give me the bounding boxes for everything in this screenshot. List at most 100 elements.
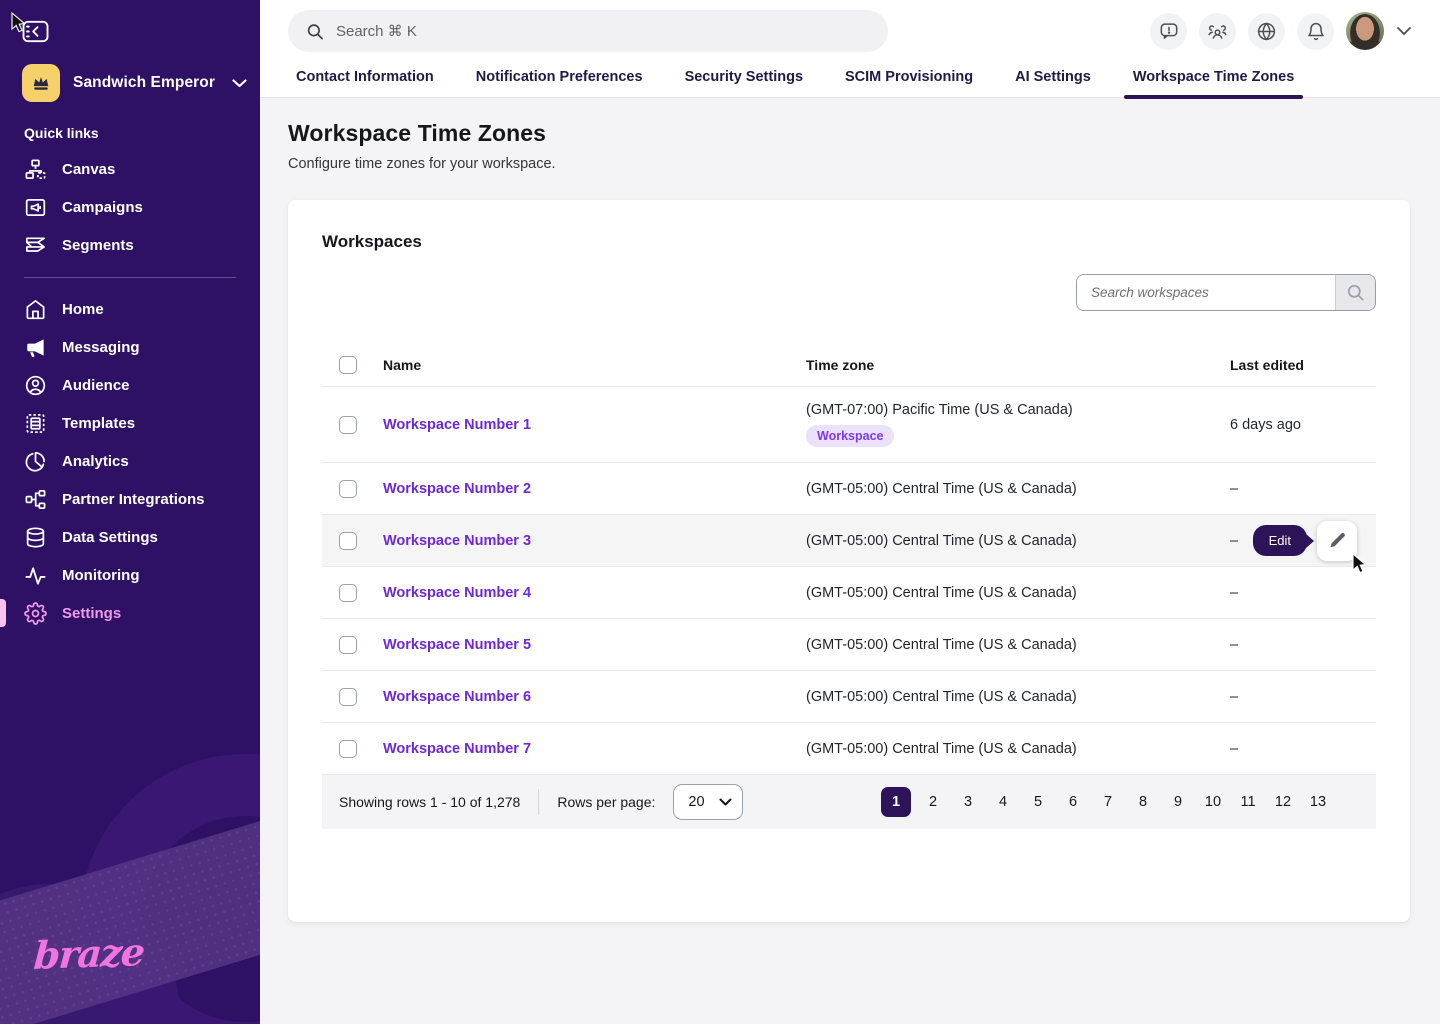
previous-page-icon[interactable] xyxy=(860,795,872,809)
people-icon xyxy=(1207,21,1228,42)
search-icon xyxy=(306,22,324,41)
user-avatar[interactable] xyxy=(1346,12,1384,50)
sidebar-item-campaigns[interactable]: Campaigns xyxy=(0,188,260,226)
global-search-input[interactable] xyxy=(336,23,870,40)
workspace-search-button[interactable] xyxy=(1335,275,1375,310)
sidebar-nav: Home Messaging Audience Templates xyxy=(0,290,260,632)
timezone-value: (GMT-07:00) Pacific Time (US & Canada) xyxy=(806,402,1230,418)
footer-divider xyxy=(538,789,539,815)
sidebar: Sandwich Emperor Quick links Canvas Camp… xyxy=(0,0,260,1024)
page-number[interactable]: 3 xyxy=(955,787,981,817)
settings-tabs: Contact Information Notification Prefere… xyxy=(260,62,1440,98)
global-search[interactable] xyxy=(288,10,888,52)
page-number[interactable]: 12 xyxy=(1270,787,1296,817)
sidebar-item-segments[interactable]: Segments xyxy=(0,226,260,264)
pagination: 1 2 3 4 5 6 7 8 9 10 11 12 13 xyxy=(860,787,1352,817)
edit-tooltip: Edit xyxy=(1253,525,1307,556)
card-title: Workspaces xyxy=(322,232,1376,252)
workspace-search-input[interactable] xyxy=(1077,275,1335,310)
tab-scim-provisioning[interactable]: SCIM Provisioning xyxy=(845,69,973,97)
feedback-button[interactable] xyxy=(1150,13,1187,50)
sidebar-item-label: Canvas xyxy=(62,161,115,178)
page-number[interactable]: 4 xyxy=(990,787,1016,817)
sidebar-item-label: Campaigns xyxy=(62,199,143,216)
workspace-link[interactable]: Workspace Number 6 xyxy=(383,689,806,705)
page-number[interactable]: 7 xyxy=(1095,787,1121,817)
page-number[interactable]: 5 xyxy=(1025,787,1051,817)
row-checkbox[interactable] xyxy=(339,740,357,758)
select-all-checkbox[interactable] xyxy=(339,356,357,374)
gear-icon xyxy=(24,602,47,625)
topbar-actions xyxy=(1150,12,1412,50)
column-header-last-edited: Last edited xyxy=(1230,357,1376,373)
last-edited-value: – xyxy=(1230,637,1376,653)
rows-per-page-select[interactable]: 20 xyxy=(673,784,743,820)
last-edited-value: 6 days ago xyxy=(1230,417,1376,433)
workspace-link[interactable]: Workspace Number 1 xyxy=(383,417,806,433)
workspace-link[interactable]: Workspace Number 2 xyxy=(383,481,806,497)
tab-workspace-time-zones[interactable]: Workspace Time Zones xyxy=(1133,69,1294,97)
integrations-icon xyxy=(24,488,47,511)
column-header-timezone: Time zone xyxy=(806,357,1230,373)
timezone-value: (GMT-05:00) Central Time (US & Canada) xyxy=(806,689,1230,705)
tab-ai-settings[interactable]: AI Settings xyxy=(1015,69,1091,97)
user-management-button[interactable] xyxy=(1199,13,1236,50)
quick-links-heading: Quick links xyxy=(24,125,99,141)
row-checkbox[interactable] xyxy=(339,636,357,654)
row-checkbox[interactable] xyxy=(339,480,357,498)
row-checkbox[interactable] xyxy=(339,532,357,550)
page-number[interactable]: 1 xyxy=(881,787,911,817)
last-edited-value: – xyxy=(1230,481,1376,497)
row-checkbox[interactable] xyxy=(339,688,357,706)
page-number[interactable]: 9 xyxy=(1165,787,1191,817)
braze-logo: braze xyxy=(32,929,145,978)
pencil-icon xyxy=(1328,531,1347,550)
page-number[interactable]: 2 xyxy=(920,787,946,817)
row-edit-controls: Edit xyxy=(1253,521,1357,561)
showing-rows-text: Showing rows 1 - 10 of 1,278 xyxy=(339,794,520,810)
page-number[interactable]: 6 xyxy=(1060,787,1086,817)
page-number[interactable]: 13 xyxy=(1305,787,1331,817)
workspace-link[interactable]: Workspace Number 3 xyxy=(383,533,806,549)
account-chevron-icon[interactable] xyxy=(1396,26,1412,36)
bell-icon xyxy=(1306,21,1326,42)
timezone-value: (GMT-05:00) Central Time (US & Canada) xyxy=(806,741,1230,757)
edit-button[interactable] xyxy=(1317,521,1357,561)
sidebar-item-audience[interactable]: Audience xyxy=(0,366,260,404)
sidebar-item-label: Data Settings xyxy=(62,529,158,546)
tab-contact-information[interactable]: Contact Information xyxy=(296,69,434,97)
workspaces-card: Workspaces Name Time zone Last edit xyxy=(288,200,1410,922)
timezone-value: (GMT-05:00) Central Time (US & Canada) xyxy=(806,533,1230,549)
locale-button[interactable] xyxy=(1248,13,1285,50)
sidebar-item-partner-integrations[interactable]: Partner Integrations xyxy=(0,480,260,518)
sidebar-item-label: Home xyxy=(62,301,104,318)
workspace-link[interactable]: Workspace Number 7 xyxy=(383,741,806,757)
page-number[interactable]: 10 xyxy=(1200,787,1226,817)
row-checkbox[interactable] xyxy=(339,584,357,602)
tab-security-settings[interactable]: Security Settings xyxy=(685,69,803,97)
canvas-icon xyxy=(24,158,47,181)
next-page-icon[interactable] xyxy=(1340,795,1352,809)
workspace-link[interactable]: Workspace Number 4 xyxy=(383,585,806,601)
sidebar-item-settings[interactable]: Settings xyxy=(0,594,260,632)
tab-notification-preferences[interactable]: Notification Preferences xyxy=(476,69,643,97)
sidebar-item-templates[interactable]: Templates xyxy=(0,404,260,442)
sidebar-item-label: Templates xyxy=(62,415,135,432)
sidebar-item-home[interactable]: Home xyxy=(0,290,260,328)
sidebar-item-data-settings[interactable]: Data Settings xyxy=(0,518,260,556)
sidebar-item-canvas[interactable]: Canvas xyxy=(0,150,260,188)
sidebar-decoration: braze xyxy=(0,694,260,1024)
notifications-button[interactable] xyxy=(1297,13,1334,50)
sidebar-item-messaging[interactable]: Messaging xyxy=(0,328,260,366)
page-number[interactable]: 11 xyxy=(1235,787,1261,817)
workspace-switcher[interactable]: Sandwich Emperor xyxy=(22,64,247,102)
sidebar-item-monitoring[interactable]: Monitoring xyxy=(0,556,260,594)
campaigns-icon xyxy=(24,196,47,219)
topbar xyxy=(260,0,1440,62)
segments-icon xyxy=(24,234,47,257)
page-number[interactable]: 8 xyxy=(1130,787,1156,817)
workspace-link[interactable]: Workspace Number 5 xyxy=(383,637,806,653)
row-checkbox[interactable] xyxy=(339,416,357,434)
sidebar-item-analytics[interactable]: Analytics xyxy=(0,442,260,480)
workspace-badge: Workspace xyxy=(806,425,894,447)
